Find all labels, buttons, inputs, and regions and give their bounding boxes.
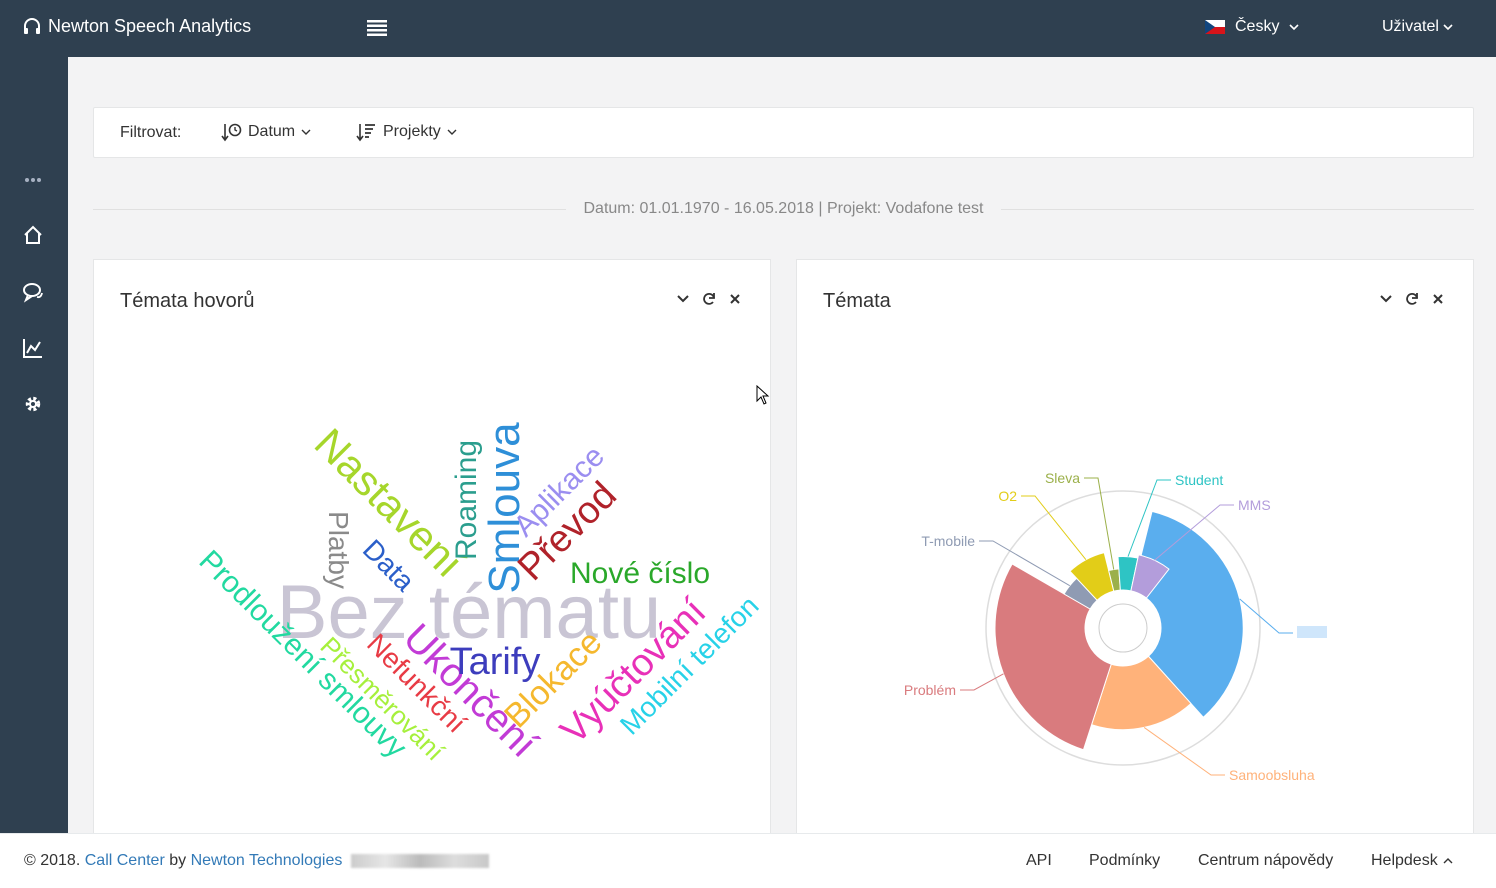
chevron-down-icon [1289,24,1300,31]
terms-link[interactable]: Podmínky [1089,852,1160,870]
company-link[interactable]: Newton Technologies [191,852,343,869]
filter-label: Filtrovat: [120,124,182,141]
word-cloud: Bez tématu Nastavení Smlouva Roaming Apl… [193,419,765,767]
help-center-link[interactable]: Centrum nápovědy [1198,852,1333,870]
api-link[interactable]: API [1026,852,1052,870]
label-leader-line [1239,598,1293,634]
sidebar [0,57,68,833]
slice-label: Sleva [1045,470,1080,486]
helpdesk-button[interactable]: Helpdesk [1371,852,1453,870]
headset-icon [24,17,40,34]
chevron-down-icon [301,129,311,135]
chevron-down-icon [1443,24,1453,31]
line-chart-icon[interactable] [22,337,44,359]
top-navbar: Newton Speech Analytics Česky Uživatel [0,0,1496,57]
language-label: Česky [1235,18,1280,35]
projects-filter-button[interactable]: Projekty [355,122,457,142]
chat-icon[interactable] [22,281,44,303]
chevron-down-icon [447,129,457,135]
active-filter-summary: Datum: 01.01.1970 - 16.05.2018 | Projekt… [583,200,984,217]
slice-label: O2 [998,488,1017,504]
call-center-link[interactable]: Call Center [85,852,165,869]
chevron-up-icon [1443,858,1453,864]
copyright-text: © 2018. [24,852,81,869]
brand[interactable]: Newton Speech Analytics [22,16,251,37]
rose-chart: Samoobsluha Problém T-mobile O2 Sleva Student… [904,470,1327,783]
gear-icon[interactable] [22,393,44,415]
mouse-cursor-icon [756,385,770,405]
user-menu[interactable]: Uživatel [1382,18,1453,36]
more-dots-icon[interactable] [22,169,44,191]
home-icon[interactable] [22,224,44,246]
projects-filter-label: Projekty [383,123,441,140]
slice-label: T-mobile [921,533,975,549]
slice-label: Problém [904,682,956,698]
topics-wordcloud-panel: Témata hovorů Bez tématu Nastavení Smlou… [93,259,771,849]
word: Tarify [450,641,541,683]
sort-list-icon [356,124,375,142]
footer: © 2018. Call Center by Newton Technologi… [0,833,1496,888]
redacted-slice-label [1297,626,1327,638]
label-leader-line [1021,495,1087,561]
footer-copyright: © 2018. Call Center by Newton Technologi… [24,852,489,870]
redacted-version [350,853,489,868]
user-label: Uživatel [1382,18,1439,35]
slice-label: MMS [1238,497,1271,513]
helpdesk-label: Helpdesk [1371,852,1438,869]
word: Platby [323,511,354,589]
slice-label: Student [1175,472,1223,488]
language-selector[interactable]: Česky [1205,18,1300,36]
by-text: by [169,852,187,869]
topics-chart-panel: Témata Samoobsluha Problém T-mobile O2 Sleva… [796,259,1474,849]
filter-bar: Filtrovat: Datum Projekty [93,107,1474,158]
sort-date-icon [221,123,242,142]
menu-toggle-icon[interactable] [366,17,388,39]
app-title: Newton Speech Analytics [48,16,252,36]
word: Roaming [450,440,483,560]
czech-flag-icon [1205,20,1225,34]
date-filter-button[interactable]: Datum [220,122,311,142]
divider-right [1001,209,1474,210]
slice-label: Samoobsluha [1229,767,1315,783]
divider-left [93,209,566,210]
word: Nové číslo [570,557,710,590]
center-hole [1098,603,1148,653]
date-filter-label: Datum [248,123,296,140]
